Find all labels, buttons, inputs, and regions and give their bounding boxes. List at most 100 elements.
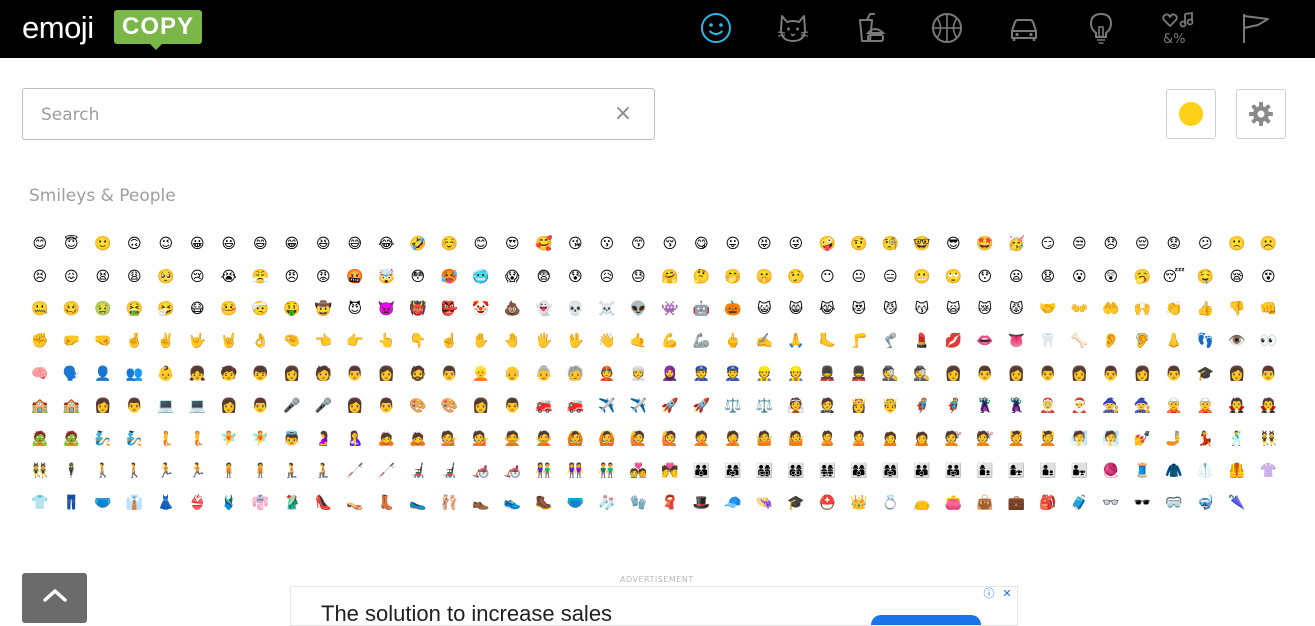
emoji-item[interactable]: 🧎	[276, 455, 308, 487]
emoji-item[interactable]: 🙁	[1221, 228, 1253, 260]
emoji-item[interactable]: 💪	[654, 325, 686, 357]
emoji-item[interactable]: 😬	[906, 260, 938, 292]
emoji-item[interactable]: 🦵	[843, 325, 875, 357]
emoji-item[interactable]: 👯	[24, 455, 56, 487]
emoji-item[interactable]: 👁️	[1221, 325, 1253, 357]
emoji-item[interactable]: 🦹	[969, 390, 1001, 422]
emoji-item[interactable]: 😦	[1001, 260, 1033, 292]
emoji-item[interactable]: 😲	[1095, 260, 1127, 292]
emoji-item[interactable]: 😐	[843, 260, 875, 292]
emoji-item[interactable]: 😔	[1127, 228, 1159, 260]
emoji-item[interactable]: 🤮	[119, 293, 151, 325]
emoji-item[interactable]: 💆	[1032, 422, 1064, 454]
emoji-item[interactable]: 👝	[906, 487, 938, 519]
emoji-item[interactable]: ⚖️	[749, 390, 781, 422]
emoji-item[interactable]: 👵	[528, 358, 560, 390]
emoji-item[interactable]: 😢	[182, 260, 214, 292]
emoji-item[interactable]: 🧳	[1064, 487, 1096, 519]
emoji-item[interactable]: 🏫	[56, 390, 88, 422]
emoji-item[interactable]: 😵	[1253, 260, 1285, 292]
emoji-item[interactable]: 👧	[182, 358, 214, 390]
category-flags-tab[interactable]	[1236, 10, 1274, 46]
emoji-item[interactable]: 👨	[339, 358, 371, 390]
emoji-item[interactable]: 👨	[497, 390, 529, 422]
emoji-item[interactable]: 🏃	[182, 455, 214, 487]
emoji-item[interactable]: 🤳	[1158, 422, 1190, 454]
emoji-item[interactable]: 🧚	[213, 422, 245, 454]
emoji-item[interactable]: 👩	[1221, 358, 1253, 390]
emoji-item[interactable]: 👶	[150, 358, 182, 390]
emoji-item[interactable]: ✍️	[749, 325, 781, 357]
emoji-item[interactable]: 👩	[371, 358, 403, 390]
emoji-item[interactable]: 😆	[308, 228, 340, 260]
emoji-item[interactable]: 🤕	[245, 293, 277, 325]
emoji-item[interactable]: 😓	[623, 260, 655, 292]
emoji-item[interactable]: 🥻	[276, 487, 308, 519]
emoji-item[interactable]: 🧔	[402, 358, 434, 390]
emoji-item[interactable]: ☝️	[434, 325, 466, 357]
emoji-item[interactable]: 🖕	[717, 325, 749, 357]
emoji-item[interactable]: 😎	[938, 228, 970, 260]
emoji-item[interactable]: 🕺	[1221, 422, 1253, 454]
emoji-item[interactable]: 🙂	[87, 228, 119, 260]
emoji-item[interactable]: 👩	[1127, 358, 1159, 390]
emoji-item[interactable]: 🦶	[812, 325, 844, 357]
emoji-item[interactable]: 🤜	[87, 325, 119, 357]
emoji-item[interactable]: 👩‍👩‍👧	[875, 455, 907, 487]
emoji-item[interactable]: 😗	[591, 228, 623, 260]
scroll-to-top-button[interactable]	[22, 573, 87, 623]
emoji-item[interactable]: 🧚	[245, 422, 277, 454]
emoji-item[interactable]: 👨	[969, 358, 1001, 390]
emoji-item[interactable]: 🤟	[182, 325, 214, 357]
emoji-item[interactable]: 👜	[969, 487, 1001, 519]
emoji-item[interactable]: 👚	[1253, 455, 1285, 487]
category-smileys-tab[interactable]	[697, 10, 735, 46]
emoji-item[interactable]: 👀	[1253, 325, 1285, 357]
emoji-item[interactable]: 🤞	[119, 325, 151, 357]
emoji-item[interactable]: ☺️	[434, 228, 466, 260]
emoji-item[interactable]: 😞	[1095, 228, 1127, 260]
emoji-item[interactable]: 🧵	[1127, 455, 1159, 487]
emoji-item[interactable]: 👥	[119, 358, 151, 390]
emoji-item[interactable]: 👋	[591, 325, 623, 357]
emoji-item[interactable]: 👔	[119, 487, 151, 519]
emoji-item[interactable]: 🤤	[1190, 260, 1222, 292]
emoji-item[interactable]: 🖐️	[528, 325, 560, 357]
emoji-item[interactable]: 🤷	[780, 422, 812, 454]
category-food-tab[interactable]	[851, 10, 889, 46]
emoji-item[interactable]: 👛	[938, 487, 970, 519]
emoji-item[interactable]: 🏃	[150, 455, 182, 487]
emoji-item[interactable]: 👷	[749, 358, 781, 390]
emoji-item[interactable]: 🎅	[1064, 390, 1096, 422]
emoji-item[interactable]: 🤣	[402, 228, 434, 260]
emoji-item[interactable]: 🤥	[780, 260, 812, 292]
emoji-item[interactable]: 👨	[1253, 358, 1285, 390]
emoji-item[interactable]: 🥱	[1127, 260, 1159, 292]
emoji-item[interactable]: 👮	[717, 358, 749, 390]
emoji-item[interactable]: 😮	[1064, 260, 1096, 292]
emoji-item[interactable]: 🙍	[906, 422, 938, 454]
emoji-item[interactable]: 🧠	[24, 358, 56, 390]
emoji-item[interactable]: 👈	[308, 325, 340, 357]
emoji-item[interactable]: 🤠	[308, 293, 340, 325]
emoji-item[interactable]: 🚀	[654, 390, 686, 422]
emoji-item[interactable]: 🙆	[560, 422, 592, 454]
emoji-item[interactable]: 😹	[812, 293, 844, 325]
emoji-item[interactable]: ☠️	[591, 293, 623, 325]
emoji-item[interactable]: 🦴	[1064, 325, 1096, 357]
emoji-item[interactable]: 🕵️	[906, 358, 938, 390]
emoji-item[interactable]: 👽	[623, 293, 655, 325]
emoji-item[interactable]: 🧜	[182, 422, 214, 454]
emoji-item[interactable]: 🦽	[465, 455, 497, 487]
emoji-item[interactable]: 👿	[371, 293, 403, 325]
emoji-item[interactable]: 🦹	[1001, 390, 1033, 422]
emoji-item[interactable]: 🎩	[686, 487, 718, 519]
emoji-item[interactable]: 🧑	[308, 358, 340, 390]
emoji-item[interactable]: 🥳	[1001, 228, 1033, 260]
advertisement-headline[interactable]: The solution to increase sales	[321, 601, 612, 625]
emoji-item[interactable]: 🎨	[402, 390, 434, 422]
emoji-item[interactable]: 😣	[24, 260, 56, 292]
emoji-item[interactable]: 😀	[182, 228, 214, 260]
emoji-item[interactable]: 🦸	[938, 390, 970, 422]
emoji-item[interactable]: 🦾	[686, 325, 718, 357]
